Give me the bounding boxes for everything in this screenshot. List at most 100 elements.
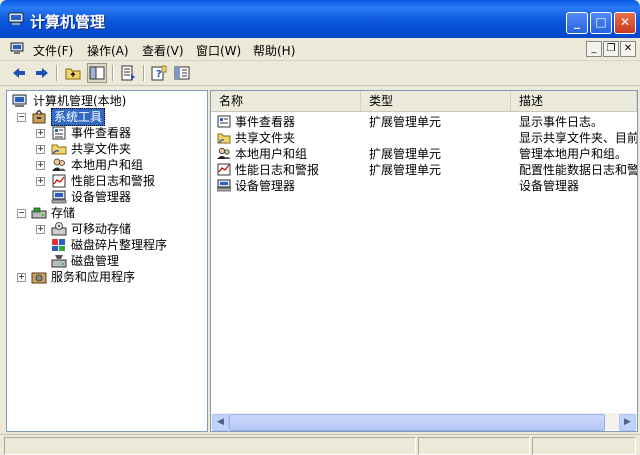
scroll-left-icon: ◀: [217, 417, 224, 427]
item-description: 显示共享文件夹、目前: [519, 131, 638, 145]
tools-icon: [32, 110, 46, 124]
item-name: 共享文件夹: [235, 131, 296, 145]
computer-icon: [12, 94, 27, 107]
list-item[interactable]: 设备管理器 设备管理器: [211, 178, 637, 194]
help-icon[interactable]: ?: [150, 64, 168, 82]
computer-management-icon: [8, 12, 24, 25]
menu-file[interactable]: 文件(F): [33, 42, 73, 59]
tree-label: 服务和应用程序: [51, 270, 136, 284]
tree-label: 性能日志和警报: [71, 174, 156, 188]
minimize-button[interactable]: _: [566, 12, 588, 34]
item-type: 扩展管理单元: [369, 147, 442, 161]
item-type: 扩展管理单元: [369, 163, 442, 177]
toolbar-separator: [112, 65, 114, 81]
scrollbar-thumb[interactable]: [229, 414, 605, 431]
minimize-icon: _: [591, 43, 597, 54]
system-menu-icon[interactable]: [10, 42, 24, 54]
status-pane: [532, 437, 636, 455]
expand-icon[interactable]: +: [36, 145, 45, 154]
menu-help[interactable]: 帮助(H): [253, 42, 295, 59]
list-item[interactable]: 性能日志和警报 扩展管理单元 配置性能数据日志和警: [211, 162, 637, 178]
maximize-icon: □: [595, 15, 607, 29]
item-description: 设备管理器: [519, 179, 580, 193]
disk-management-icon: [51, 255, 67, 268]
item-name: 性能日志和警报: [235, 163, 320, 177]
toolbar-separator: [56, 65, 58, 81]
list-item[interactable]: 本地用户和组 扩展管理单元 管理本地用户和组。: [211, 146, 637, 162]
status-pane: [418, 437, 530, 455]
export-list-icon[interactable]: [119, 64, 137, 82]
tree-label: 可移动存储: [71, 222, 132, 236]
restore-icon: ❐: [606, 43, 616, 54]
mdi-restore-button[interactable]: ❐: [603, 41, 619, 57]
shared-folder-icon: [217, 133, 231, 144]
expand-icon[interactable]: +: [36, 161, 45, 170]
tree-label: 磁盘管理: [71, 254, 120, 268]
performance-logs-icon: [217, 163, 231, 176]
item-type: 扩展管理单元: [369, 115, 442, 129]
column-header-description[interactable]: 描述: [511, 91, 637, 111]
details-list[interactable]: 名称 类型 描述 事件查看器 扩展管理单元 显示事件日志。 共享文件夹 显示共享…: [210, 90, 638, 432]
scroll-left-button[interactable]: ◀: [212, 414, 229, 431]
event-viewer-icon: [52, 126, 66, 140]
maximize-button[interactable]: □: [590, 12, 612, 34]
item-name: 事件查看器: [235, 115, 296, 129]
collapse-icon[interactable]: −: [17, 209, 26, 218]
menu-action[interactable]: 操作(A): [87, 42, 129, 59]
expand-icon[interactable]: +: [17, 273, 26, 282]
storage-icon: [31, 207, 47, 219]
list-header: 名称 类型 描述: [211, 91, 637, 112]
item-description: 显示事件日志。: [519, 115, 604, 129]
status-pane: [4, 437, 416, 455]
list-item[interactable]: 共享文件夹 显示共享文件夹、目前: [211, 130, 637, 146]
expand-icon[interactable]: +: [36, 225, 45, 234]
properties-icon[interactable]: [173, 64, 191, 82]
item-description: 配置性能数据日志和警: [519, 163, 638, 177]
item-name: 本地用户和组: [235, 147, 308, 161]
column-header-name[interactable]: 名称: [211, 91, 361, 111]
tree-label: 共享文件夹: [71, 142, 132, 156]
minimize-icon: _: [574, 15, 580, 29]
collapse-icon[interactable]: −: [17, 113, 26, 122]
back-arrow-icon[interactable]: [10, 64, 28, 82]
up-folder-icon[interactable]: [64, 64, 82, 82]
expand-icon[interactable]: +: [36, 129, 45, 138]
svg-text:?: ?: [156, 69, 162, 80]
close-button[interactable]: ✕: [614, 12, 636, 34]
tree-label: 计算机管理(本地): [33, 94, 127, 108]
item-description: 管理本地用户和组。: [519, 147, 628, 161]
horizontal-scrollbar[interactable]: ◀ ▶: [211, 413, 637, 431]
mdi-close-button[interactable]: ✕: [620, 41, 636, 57]
tree-label: 设备管理器: [71, 190, 132, 204]
menu-view[interactable]: 查看(V): [142, 42, 184, 59]
forward-arrow-icon[interactable]: [33, 64, 51, 82]
show-hide-tree-icon[interactable]: [87, 63, 107, 83]
status-bar: [0, 434, 640, 455]
performance-logs-icon: [52, 174, 66, 188]
toolbar-separator: [143, 65, 145, 81]
services-icon: [31, 272, 47, 284]
scroll-right-icon: ▶: [624, 417, 631, 427]
column-header-type[interactable]: 类型: [361, 91, 511, 111]
console-tree[interactable]: 计算机管理(本地) − 系统工具 + 事件查看器 + 共享文件夹 + 本地用户和…: [6, 90, 208, 432]
menu-bar: 文件(F) 操作(A) 查看(V) 窗口(W) 帮助(H) _ ❐ ✕: [0, 38, 640, 61]
close-icon: ✕: [623, 43, 633, 54]
event-viewer-icon: [217, 115, 231, 128]
tree-label: 系统工具: [51, 108, 106, 126]
expand-icon[interactable]: +: [36, 177, 45, 186]
disk-defrag-icon: [52, 239, 65, 251]
shared-folder-icon: [51, 144, 67, 155]
title-bar[interactable]: 计算机管理 _ □ ✕: [0, 0, 640, 38]
device-manager-icon: [51, 190, 67, 204]
tree-label: 事件查看器: [71, 126, 132, 140]
window-title: 计算机管理: [30, 13, 106, 31]
device-manager-icon: [217, 179, 231, 192]
users-icon: [52, 158, 66, 171]
item-name: 设备管理器: [235, 179, 296, 193]
scroll-right-button[interactable]: ▶: [619, 414, 636, 431]
mdi-minimize-button[interactable]: _: [586, 41, 602, 57]
list-item[interactable]: 事件查看器 扩展管理单元 显示事件日志。: [211, 114, 637, 130]
tree-label: 磁盘碎片整理程序: [71, 238, 168, 252]
tree-label: 存储: [51, 206, 76, 220]
menu-window[interactable]: 窗口(W): [196, 42, 241, 59]
